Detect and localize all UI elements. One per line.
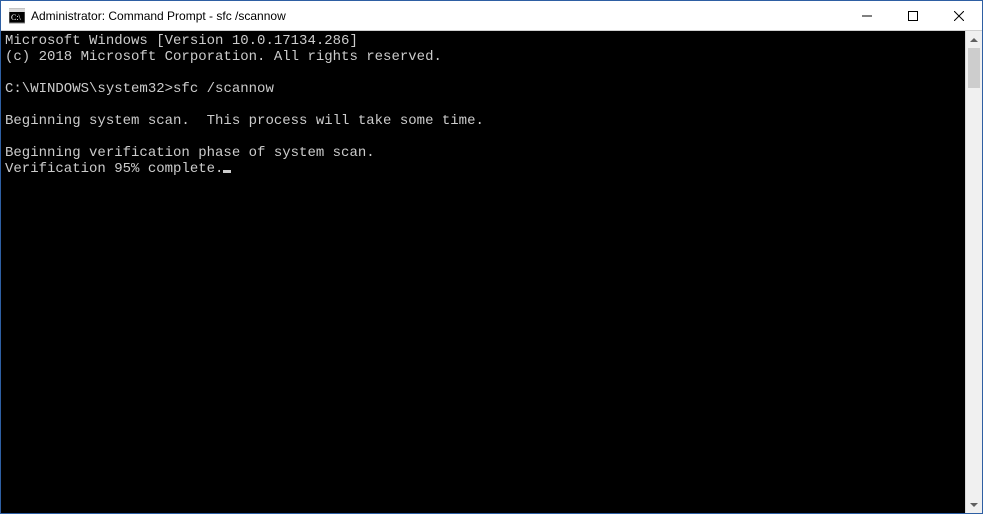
- text-cursor: [223, 170, 231, 173]
- scroll-track[interactable]: [966, 48, 982, 496]
- window-title: Administrator: Command Prompt - sfc /sca…: [31, 9, 844, 23]
- vertical-scrollbar[interactable]: [965, 31, 982, 513]
- verify-suffix: % complete.: [131, 161, 223, 177]
- console-area: Microsoft Windows [Version 10.0.17134.28…: [1, 31, 982, 513]
- line-begin-scan: Beginning system scan. This process will…: [5, 113, 484, 129]
- scroll-thumb[interactable]: [968, 48, 980, 88]
- line-verify-phase: Beginning verification phase of system s…: [5, 145, 375, 161]
- verify-prefix: Verification: [5, 161, 114, 177]
- verify-percent: 95: [114, 161, 131, 177]
- titlebar[interactable]: C:\ Administrator: Command Prompt - sfc …: [1, 1, 982, 31]
- window-controls: [844, 1, 982, 30]
- cmd-icon: C:\: [9, 8, 25, 24]
- scroll-up-arrow-icon[interactable]: [966, 31, 982, 48]
- scroll-down-arrow-icon[interactable]: [966, 496, 982, 513]
- prompt-path: C:\WINDOWS\system32>: [5, 81, 173, 97]
- close-button[interactable]: [936, 1, 982, 30]
- maximize-button[interactable]: [890, 1, 936, 30]
- minimize-button[interactable]: [844, 1, 890, 30]
- prompt-command: sfc /scannow: [173, 81, 274, 97]
- console-output[interactable]: Microsoft Windows [Version 10.0.17134.28…: [1, 31, 965, 513]
- svg-text:C:\: C:\: [11, 13, 22, 22]
- line-version: Microsoft Windows [Version 10.0.17134.28…: [5, 33, 358, 49]
- line-copyright: (c) 2018 Microsoft Corporation. All righ…: [5, 49, 442, 65]
